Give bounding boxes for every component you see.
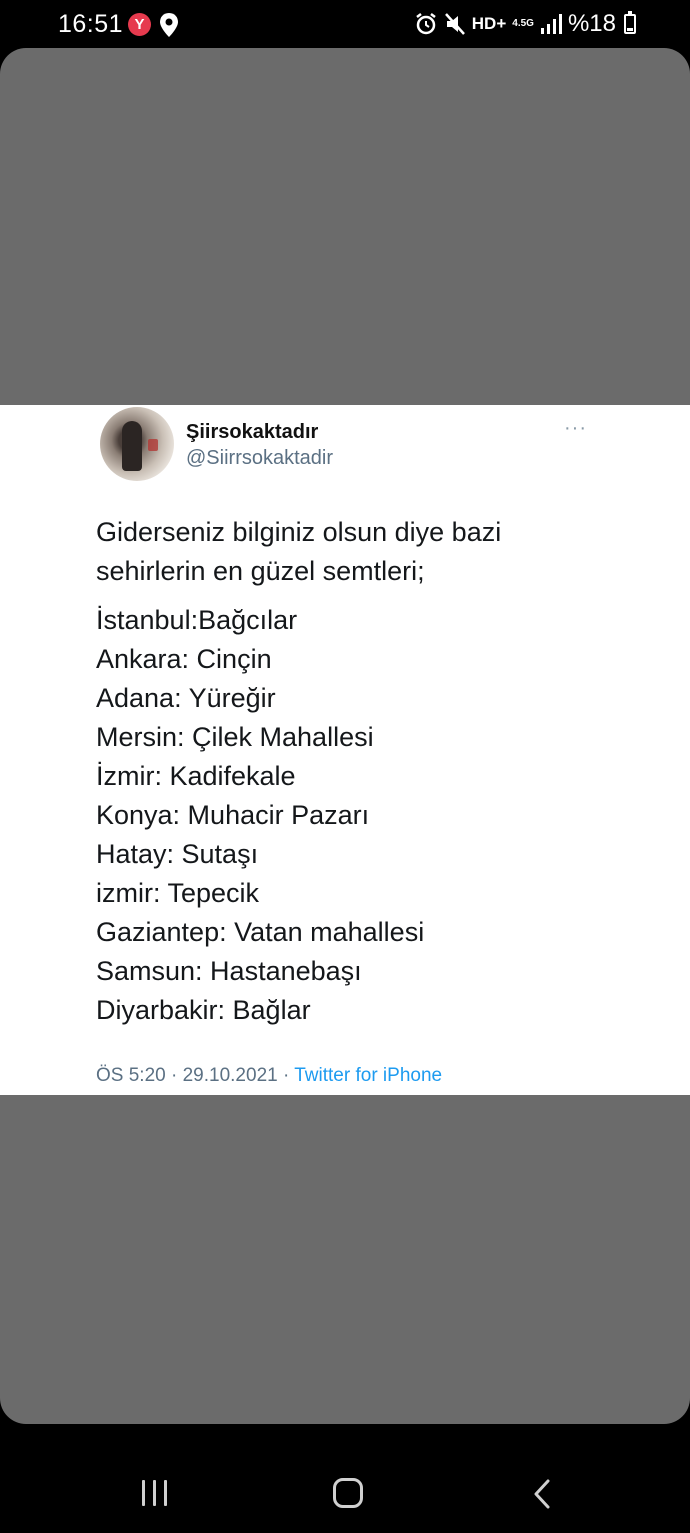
recent-apps-button[interactable]: [142, 1480, 168, 1506]
screenshot-backdrop: Şiirsokaktadır @Siirrsokaktadir ··· Gide…: [0, 48, 690, 1424]
tweet-line: Diyarbakir: Bağlar: [96, 995, 311, 1025]
alarm-icon: [416, 13, 436, 35]
tweet-line: Hatay: Sutaşı: [96, 839, 259, 869]
tweet-line: Gaziantep: Vatan mahallesi: [96, 917, 425, 947]
tweet-meta: ÖS 5:20 · 29.10.2021 · Twitter for iPhon…: [96, 1065, 442, 1087]
status-bar: 16:51 Y HD+ 4.5G %18: [0, 0, 690, 48]
tweet-card[interactable]: Şiirsokaktadır @Siirrsokaktadir ··· Gide…: [0, 405, 690, 1095]
tweet-line: İstanbul:Bağcılar: [96, 605, 298, 635]
tweet-line: Ankara: Cinçin: [96, 644, 272, 674]
tweet-source-link[interactable]: Twitter for iPhone: [294, 1065, 442, 1086]
battery-icon: [624, 11, 636, 34]
avatar[interactable]: [100, 407, 174, 481]
mute-icon: [444, 13, 465, 35]
tweet-display-name[interactable]: Şiirsokaktadır: [186, 421, 318, 444]
meta-separator: ·: [282, 1065, 290, 1086]
signal-icon: [540, 14, 562, 34]
tweet-line: Adana: Yüreğir: [96, 683, 276, 713]
location-icon: [160, 13, 178, 37]
more-options-icon[interactable]: ···: [564, 417, 587, 440]
network-label: HD+: [471, 14, 507, 33]
tweet-handle[interactable]: @Siirrsokaktadir: [186, 447, 333, 470]
battery-percent: %18: [567, 10, 616, 37]
tweet-line: Samsun: Hastanebaşı: [96, 956, 362, 986]
tweet-date[interactable]: 29.10.2021: [183, 1065, 278, 1086]
status-icons: HD+ 4.5G %18: [414, 10, 636, 38]
navigation-bar: [0, 1424, 690, 1533]
tweet-intro: Giderseniz bilginiz olsun diye bazi sehi…: [96, 517, 502, 586]
network-type: 4.5G: [512, 18, 534, 29]
app-notification-icon: Y: [128, 13, 151, 36]
recent-apps-icon: [142, 1480, 145, 1506]
back-button[interactable]: [530, 1478, 554, 1510]
meta-separator: ·: [171, 1065, 178, 1086]
tweet-line: İzmir: Kadifekale: [96, 761, 296, 791]
home-button[interactable]: [333, 1478, 363, 1508]
tweet-body: Giderseniz bilginiz olsun diye bazi sehi…: [96, 513, 616, 1030]
status-time: 16:51: [58, 10, 124, 38]
tweet-time[interactable]: ÖS 5:20: [96, 1065, 166, 1086]
tweet-line: Mersin: Çilek Mahallesi: [96, 722, 374, 752]
tweet-line: izmir: Tepecik: [96, 878, 260, 908]
tweet-line: Konya: Muhacir Pazarı: [96, 800, 370, 830]
